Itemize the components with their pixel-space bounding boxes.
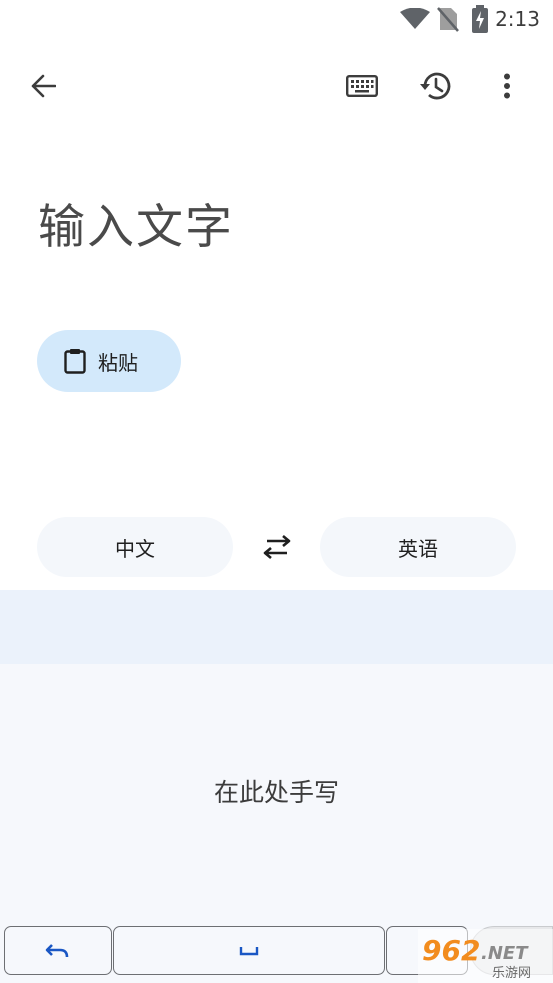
clipboard-icon [64, 349, 86, 374]
svg-text:乐游网: 乐游网 [492, 966, 531, 981]
keyboard-button[interactable] [340, 64, 384, 108]
history-icon [420, 72, 451, 100]
undo-icon [45, 943, 69, 957]
history-button[interactable] [413, 64, 457, 108]
target-language-button[interactable]: 英语 [320, 517, 516, 577]
more-options-button[interactable] [485, 64, 529, 108]
target-language-label: 英语 [398, 536, 438, 561]
wifi-icon [400, 8, 430, 29]
space-key[interactable] [113, 926, 385, 975]
source-language-button[interactable]: 中文 [37, 517, 233, 577]
text-input[interactable]: 输入文字 [38, 188, 234, 257]
watermark-logo: 962 .NET 乐游网 [418, 929, 553, 983]
paste-label: 粘贴 [98, 350, 138, 375]
status-time: 2:13 [495, 7, 540, 31]
swap-horiz-icon [263, 535, 291, 559]
no-sim-icon [437, 7, 459, 32]
space-icon [239, 946, 259, 955]
source-language-label: 中文 [115, 536, 155, 561]
back-button[interactable] [21, 64, 65, 108]
handwriting-suggestions-bar [0, 590, 553, 664]
keyboard-icon [346, 75, 378, 97]
svg-text:962: 962 [422, 934, 480, 967]
undo-key[interactable] [4, 926, 112, 975]
status-bar: 2:13 [0, 0, 553, 38]
svg-text:.NET: .NET [481, 943, 529, 964]
paste-button[interactable]: 粘贴 [37, 330, 181, 392]
more-vert-icon [504, 73, 510, 99]
swap-languages-button[interactable] [255, 525, 299, 569]
arrow-back-icon [31, 74, 56, 98]
battery-charging-icon [472, 5, 488, 33]
handwriting-hint: 在此处手写 [213, 778, 339, 807]
